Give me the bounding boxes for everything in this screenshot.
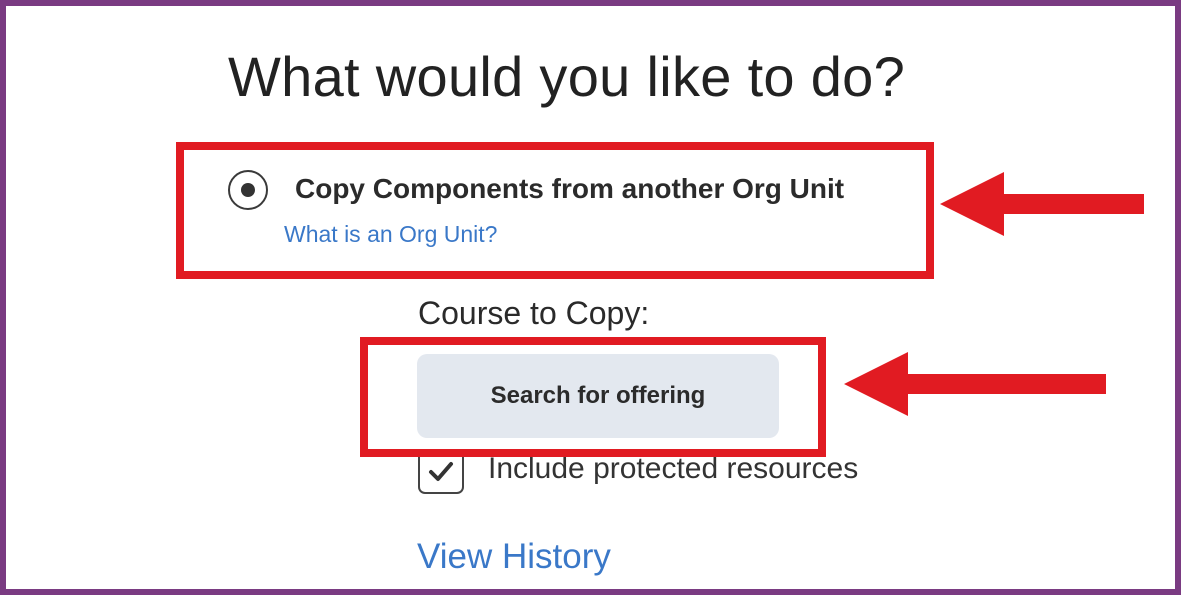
copy-components-label[interactable]: Copy Components from another Org Unit — [295, 169, 844, 209]
search-for-offering-button[interactable]: Search for offering — [417, 354, 779, 438]
screenshot-frame: What would you like to do? Copy Componen… — [0, 0, 1181, 595]
view-history-link[interactable]: View History — [417, 534, 611, 580]
left-arrow-icon — [844, 352, 1106, 416]
course-to-copy-label: Course to Copy: — [418, 295, 650, 331]
checkmark-icon — [429, 462, 453, 481]
what-is-org-unit-link[interactable]: What is an Org Unit? — [284, 218, 497, 250]
page-title: What would you like to do? — [228, 45, 906, 108]
include-protected-resources-checkbox[interactable] — [418, 450, 464, 494]
radio-selected-icon — [240, 182, 255, 197]
include-protected-resources-label: Include protected resources — [488, 452, 859, 485]
copy-components-radio[interactable] — [228, 170, 268, 210]
left-arrow-icon — [940, 172, 1144, 236]
annotation-box-org-unit — [176, 142, 934, 279]
